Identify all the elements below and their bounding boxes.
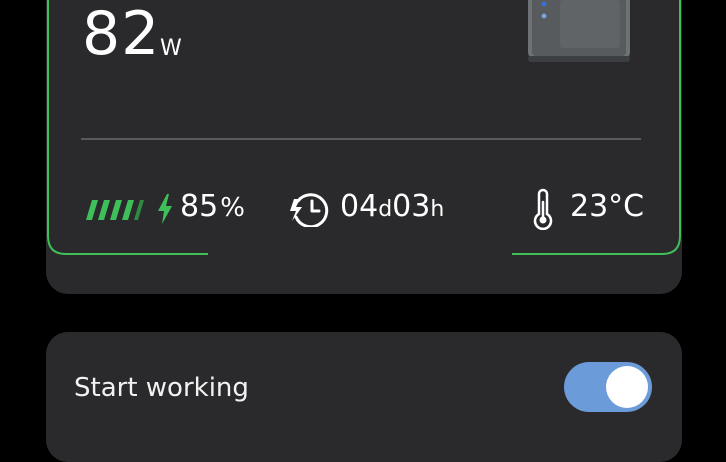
power-output-unit: W (160, 36, 182, 61)
device-image (528, 0, 630, 62)
temperature-value: 23°C (570, 189, 645, 224)
remaining-time: 04d03h (340, 189, 445, 224)
toggle-knob (606, 366, 648, 408)
thermometer-icon (533, 188, 553, 230)
status-card: 82 W 85% 04d03h 23°C (46, 0, 682, 294)
control-card: Start working (46, 332, 682, 462)
charging-bolt-icon (158, 194, 172, 224)
start-working-label: Start working (74, 373, 249, 403)
timer-icon (290, 193, 329, 227)
divider (81, 138, 641, 140)
power-output-value: 82 (82, 0, 161, 69)
battery-bars-icon (86, 200, 144, 220)
battery-percent: 85% (180, 189, 245, 224)
start-working-toggle[interactable] (564, 362, 652, 412)
